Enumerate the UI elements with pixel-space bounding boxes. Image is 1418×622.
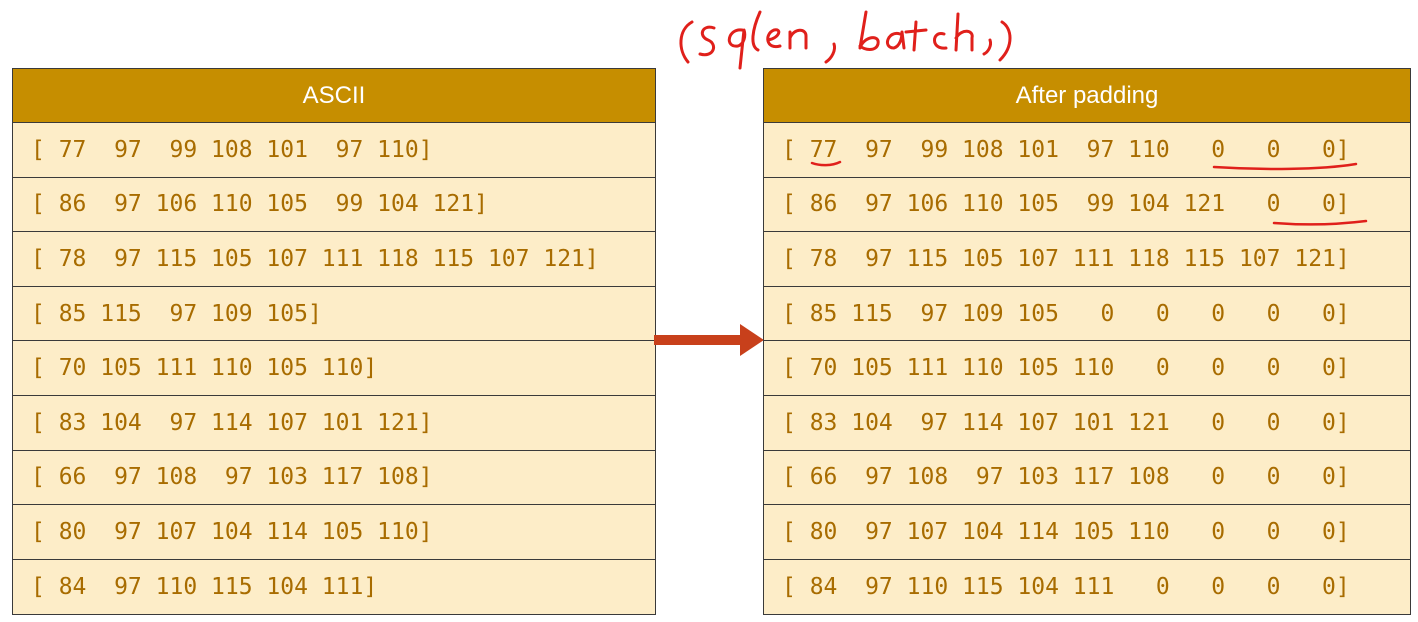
ascii-row: [ 83 104 97 114 107 101 121] (13, 396, 655, 451)
handwritten-annotation (679, 10, 1012, 70)
padded-row: [ 78 97 115 105 107 111 118 115 107 121] (764, 232, 1410, 287)
padded-row: [ 80 97 107 104 114 105 110 0 0 0] (764, 505, 1410, 560)
right-arrow-icon (654, 324, 764, 356)
ascii-row: [ 85 115 97 109 105] (13, 287, 655, 342)
ascii-row: [ 70 105 111 110 105 110] (13, 341, 655, 396)
ascii-row: [ 78 97 115 105 107 111 118 115 107 121] (13, 232, 655, 287)
ascii-table: ASCII [ 77 97 99 108 101 97 110] [ 86 97… (12, 68, 656, 616)
handwritten-underlines (810, 160, 1368, 226)
ascii-row: [ 84 97 110 115 104 111] (31, 574, 378, 601)
padded-table-header: After padding (764, 69, 1410, 123)
ascii-table-header: ASCII (13, 69, 655, 123)
ascii-row: [ 80 97 107 104 114 105 110] (13, 505, 655, 560)
padded-row: [ 84 97 110 115 104 111 0 0 0 0] (782, 574, 1350, 601)
padded-row: [ 85 115 97 109 105 0 0 0 0 0] (764, 287, 1410, 342)
padded-row: [ 83 104 97 114 107 101 121 0 0 0] (764, 396, 1410, 451)
ascii-row: [ 77 97 99 108 101 97 110] (13, 123, 655, 178)
padded-row: [ 66 97 108 97 103 117 108 0 0 0] (764, 451, 1410, 506)
padded-row: [ 70 105 111 110 105 110 0 0 0 0] (764, 341, 1410, 396)
ascii-row: [ 86 97 106 110 105 99 104 121] (13, 178, 655, 233)
ascii-row: [ 66 97 108 97 103 117 108] (13, 451, 655, 506)
